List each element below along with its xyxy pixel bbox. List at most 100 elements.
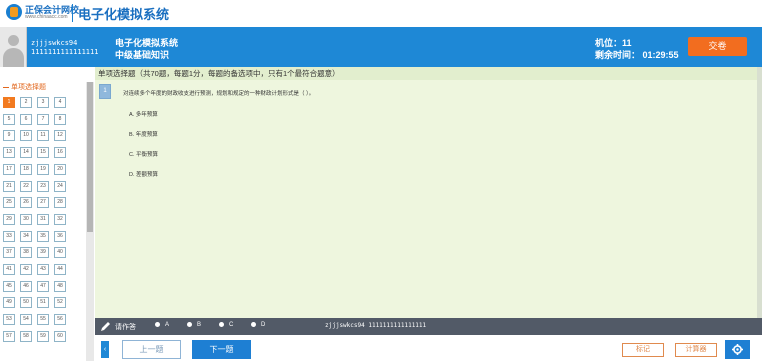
logo-divider: [72, 4, 73, 22]
question-nav-cell[interactable]: 2: [20, 97, 32, 108]
question-nav-cell[interactable]: 26: [20, 197, 32, 209]
logo-url: www.chinaacc.com: [25, 14, 68, 20]
question-nav-cell[interactable]: 59: [37, 330, 49, 342]
user-id: 1111111111111111: [31, 48, 99, 56]
answer-option-d-label: D: [261, 322, 266, 329]
gear-icon: [732, 344, 743, 355]
question-nav-cell[interactable]: 21: [3, 180, 15, 192]
question-nav-cell[interactable]: 54: [20, 314, 32, 326]
settings-button[interactable]: [725, 340, 750, 359]
question-nav-cell[interactable]: 33: [3, 230, 15, 242]
question-nav-cell[interactable]: 4: [54, 97, 66, 108]
question-nav-cell[interactable]: 50: [20, 297, 32, 309]
question-nav-cell[interactable]: 5: [3, 113, 15, 125]
radio-icon: [219, 322, 224, 327]
question-nav-cell[interactable]: 22: [20, 180, 32, 192]
question-nav-cell[interactable]: 3: [37, 97, 49, 108]
question-nav-cell[interactable]: 39: [37, 247, 49, 259]
question-nav-cell[interactable]: 46: [20, 280, 32, 292]
question-nav-cell[interactable]: 28: [54, 197, 66, 209]
mark-button[interactable]: 标记: [622, 343, 664, 357]
exam-subject: 中级基础知识: [115, 50, 170, 60]
scrollbar-thumb[interactable]: [87, 82, 93, 232]
option-c[interactable]: C. 平衡预算: [129, 150, 158, 158]
option-a[interactable]: A. 多年预算: [129, 110, 158, 118]
question-nav-cell[interactable]: 47: [37, 280, 49, 292]
question-nav-cell[interactable]: 25: [3, 197, 15, 209]
question-nav-cell[interactable]: 18: [20, 163, 32, 175]
question-nav-cell[interactable]: 57: [3, 330, 15, 342]
question-nav-cell[interactable]: 6: [20, 113, 32, 125]
question-number: 1: [99, 84, 111, 99]
question-nav-cell[interactable]: 35: [37, 230, 49, 242]
answer-bar-user: zjjjswkcs94 1111111111111111: [325, 322, 427, 329]
question-nav-cell[interactable]: 19: [37, 163, 49, 175]
question-nav-cell[interactable]: 20: [54, 163, 66, 175]
question-nav-cell[interactable]: 36: [54, 230, 66, 242]
question-nav-cell[interactable]: 42: [20, 264, 32, 275]
question-nav-cell[interactable]: 41: [3, 264, 15, 275]
question-nav-cell[interactable]: 52: [54, 297, 66, 309]
remaining-time: 剩余时间： 01:29:55: [595, 50, 679, 60]
option-d[interactable]: D. 差额预算: [129, 170, 158, 178]
question-nav-cell[interactable]: 9: [3, 130, 15, 142]
question-nav-cell[interactable]: 27: [37, 197, 49, 209]
question-nav-cell[interactable]: 16: [54, 147, 66, 159]
question-nav-cell[interactable]: 37: [3, 247, 15, 259]
question-nav-cell[interactable]: 30: [20, 213, 32, 225]
top-header: 正保会计网校 www.chinaacc.com 电子化模拟系统: [0, 0, 762, 27]
answer-option-d[interactable]: D: [251, 322, 265, 328]
question-nav-cell[interactable]: 11: [37, 130, 49, 142]
question-nav-cell[interactable]: 58: [20, 330, 32, 342]
right-scrollbar[interactable]: [757, 67, 762, 318]
question-nav-cell[interactable]: 10: [20, 130, 32, 142]
question-nav-cell[interactable]: 24: [54, 180, 66, 192]
question-nav-cell[interactable]: 13: [3, 147, 15, 159]
question-nav-cell[interactable]: 60: [54, 330, 66, 342]
question-nav-cell[interactable]: 14: [20, 147, 32, 159]
question-nav-cell[interactable]: 51: [37, 297, 49, 309]
avatar-head-icon: [8, 35, 19, 46]
question-nav-cell[interactable]: 17: [3, 163, 15, 175]
dash-icon: [3, 86, 9, 88]
answer-option-a[interactable]: A: [155, 322, 169, 328]
radio-icon: [155, 322, 160, 327]
answer-option-b[interactable]: B: [187, 322, 201, 328]
question-nav-cell[interactable]: 53: [3, 314, 15, 326]
question-nav-cell[interactable]: 55: [37, 314, 49, 326]
username: zjjjswkcs94: [31, 39, 78, 47]
logo-icon: [6, 4, 22, 20]
question-nav-cell[interactable]: 31: [37, 213, 49, 225]
question-nav-cell[interactable]: 1: [3, 97, 15, 108]
question-navigator: 单项选择题 1 2 3 4 5 6 7 8 9 10 11 12 13 14 15 16 17 18 19 20 21 2…: [0, 80, 95, 361]
question-type-header: 单项选择题（共70题，每题1分，每题的备选项中，只有1个最符合题意）: [95, 67, 762, 80]
question-nav-cell[interactable]: 56: [54, 314, 66, 326]
question-nav-cell[interactable]: 49: [3, 297, 15, 309]
question-nav-cell[interactable]: 8: [54, 113, 66, 125]
avatar: [0, 27, 27, 67]
calculator-button[interactable]: 计算器: [675, 343, 717, 357]
question-nav-cell[interactable]: 40: [54, 247, 66, 259]
question-nav-cell[interactable]: 38: [20, 247, 32, 259]
collapse-sidebar-button[interactable]: ‹: [101, 341, 109, 358]
question-nav-cell[interactable]: 48: [54, 280, 66, 292]
question-nav-cell[interactable]: 12: [54, 130, 66, 142]
question-nav-cell[interactable]: 32: [54, 213, 66, 225]
answer-bar: 请作答 A B C D zjjjswkcs94 1111111111111111: [95, 318, 762, 335]
question-nav-cell[interactable]: 44: [54, 264, 66, 275]
answer-option-a-label: A: [165, 322, 170, 329]
answer-option-c[interactable]: C: [219, 322, 233, 328]
radio-icon: [251, 322, 256, 327]
sidebar-scrollbar[interactable]: [86, 82, 94, 361]
option-b[interactable]: B. 年度预算: [129, 130, 158, 138]
question-nav-cell[interactable]: 43: [37, 264, 49, 275]
previous-question-button[interactable]: 上一题: [122, 340, 181, 359]
question-nav-cell[interactable]: 45: [3, 280, 15, 292]
question-nav-cell[interactable]: 7: [37, 113, 49, 125]
submit-exam-button[interactable]: 交卷: [688, 37, 747, 56]
question-nav-cell[interactable]: 34: [20, 230, 32, 242]
question-nav-cell[interactable]: 29: [3, 213, 15, 225]
next-question-button[interactable]: 下一题: [192, 340, 251, 359]
question-nav-cell[interactable]: 23: [37, 180, 49, 192]
question-nav-cell[interactable]: 15: [37, 147, 49, 159]
